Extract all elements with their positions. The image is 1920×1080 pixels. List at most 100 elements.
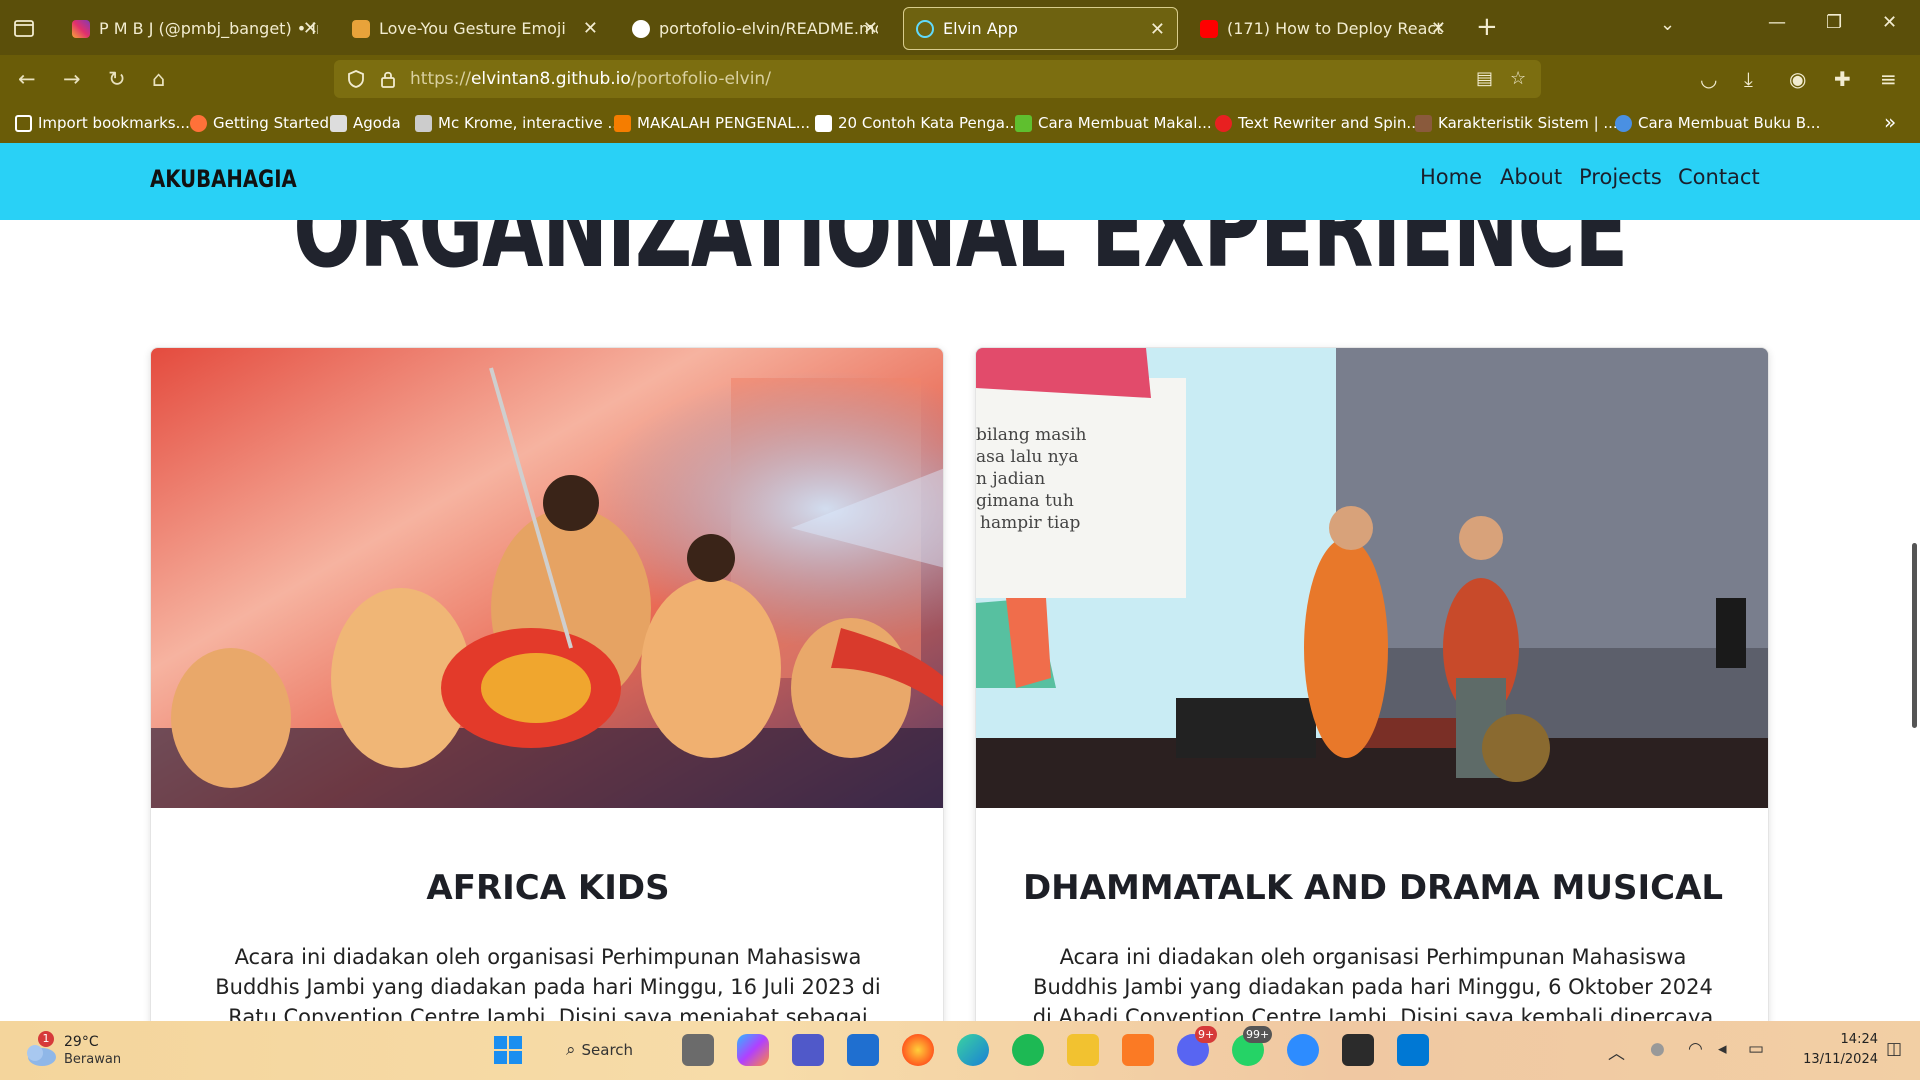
bookmark-item[interactable]: Getting Started (190, 112, 329, 134)
react-icon (916, 19, 934, 38)
screen-text: asa lalu nya (976, 447, 1078, 467)
bookmark-item[interactable]: Karakteristik Sistem | ... (1415, 112, 1618, 134)
tab-instagram[interactable]: P M B J (@pmbj_banget) • Insta ✕ (60, 7, 330, 50)
reload-icon[interactable]: ↻ (108, 67, 126, 91)
xampp-icon[interactable] (1122, 1034, 1154, 1066)
agoda-icon (330, 114, 347, 132)
reader-view-icon[interactable]: ▤ (1476, 68, 1493, 89)
tab-title: Love-You Gesture Emoji (379, 19, 566, 38)
bookmark-item[interactable]: Cara Membuat Buku B... (1615, 112, 1820, 134)
search-icon: ⌕ (566, 1040, 576, 1060)
tab-elvin-app[interactable]: Elvin App ✕ (903, 7, 1178, 50)
instagram-icon (72, 19, 90, 38)
url-bar[interactable]: https://elvintan8.github.io/portofolio-e… (334, 60, 1541, 98)
url-text[interactable]: https://elvintan8.github.io/portofolio-e… (410, 69, 771, 89)
screen-text: gimana tuh (976, 491, 1074, 511)
teams-icon[interactable] (792, 1034, 824, 1066)
notification-icon[interactable]: ◫ (1886, 1039, 1902, 1059)
shield-icon[interactable] (346, 69, 366, 89)
discord-badge: 9+ (1195, 1026, 1218, 1043)
taskbar-search[interactable]: ⌕ Search (566, 1033, 666, 1067)
bookmarks-bar: Import bookmarks... Getting Started Agod… (0, 103, 1920, 143)
zoom-icon[interactable] (1287, 1034, 1319, 1066)
windows-start-icon[interactable] (492, 1034, 524, 1066)
weather-condition: Berawan (64, 1052, 122, 1067)
card-description: Acara ini diadakan oleh organisasi Perhi… (215, 945, 881, 1021)
file-explorer-icon[interactable] (1067, 1034, 1099, 1066)
bookmark-label: Karakteristik Sistem | ... (1438, 114, 1618, 132)
doc-icon (815, 114, 832, 132)
close-tab-icon[interactable]: ✕ (303, 18, 318, 39)
url-prefix: https:// (410, 69, 471, 89)
tab-youtube[interactable]: (171) How to Deploy React Ap ✕ (1188, 7, 1458, 50)
battery-icon[interactable]: ▭ (1748, 1039, 1764, 1059)
store-icon[interactable] (847, 1034, 879, 1066)
nav-link-contact[interactable]: Contact (1678, 165, 1760, 189)
card-description: Acara ini diadakan oleh organisasi Perhi… (1032, 945, 1714, 1021)
site-brand[interactable]: AKUBAHAGIA (150, 165, 297, 193)
close-window-icon[interactable]: ✕ (1882, 12, 1897, 33)
nav-link-about[interactable]: About (1500, 165, 1562, 189)
tab-github[interactable]: portofolio-elvin/README.md a ✕ (620, 7, 890, 50)
nav-link-projects[interactable]: Projects (1579, 165, 1662, 189)
tab-emoji[interactable]: Love-You Gesture Emoji ✕ (340, 7, 610, 50)
volume-icon[interactable]: ◂ (1718, 1039, 1727, 1059)
microphone-icon[interactable]: ● (1650, 1039, 1665, 1059)
account-icon[interactable]: ◉ (1789, 67, 1806, 91)
blogger-icon (614, 114, 631, 132)
colors-icon (1615, 114, 1632, 132)
chevron-right-icon[interactable]: » (1884, 110, 1896, 134)
bookmark-label: Getting Started (213, 114, 329, 132)
pocket-icon[interactable]: ◡ (1700, 67, 1717, 91)
firefox-taskbar-icon[interactable] (902, 1034, 934, 1066)
bookmark-item[interactable]: MAKALAH PENGENAL... (614, 112, 810, 134)
chevron-down-icon[interactable]: ⌄ (1660, 14, 1675, 35)
nav-link-home[interactable]: Home (1420, 165, 1482, 189)
bookmark-item[interactable]: 20 Contoh Kata Penga... (815, 112, 1019, 134)
avatar-icon (1415, 114, 1432, 132)
close-tab-icon[interactable]: ✕ (863, 18, 878, 39)
new-tab-icon[interactable]: + (1476, 12, 1498, 42)
bookmark-item[interactable]: Mc Krome, interactive ... (415, 112, 622, 134)
minimize-icon[interactable]: — (1768, 12, 1786, 33)
weather-widget[interactable]: 1 29°C Berawan (20, 1031, 140, 1071)
copilot-icon[interactable] (737, 1034, 769, 1066)
menu-icon[interactable]: ≡ (1880, 67, 1897, 91)
forward-icon[interactable]: → (63, 67, 81, 91)
bookmark-item[interactable]: Text Rewriter and Spin... (1215, 112, 1421, 134)
vscode-icon[interactable] (1397, 1034, 1429, 1066)
back-icon[interactable]: ← (18, 67, 36, 91)
clock[interactable]: 14:24 13/11/2024 (1788, 1030, 1878, 1070)
close-tab-icon[interactable]: ✕ (583, 18, 598, 39)
extensions-icon[interactable]: ✚ (1834, 67, 1851, 91)
download-icon[interactable]: ⤓ (1744, 67, 1753, 91)
restore-icon[interactable]: ❐ (1826, 12, 1842, 33)
close-tab-icon[interactable]: ✕ (1431, 18, 1446, 39)
tab-list-icon[interactable] (12, 16, 36, 40)
terminal-icon[interactable] (1342, 1034, 1374, 1066)
bookmark-item[interactable]: Agoda (330, 112, 401, 134)
wifi-icon[interactable]: ◠ (1688, 1039, 1703, 1059)
temperature: 29°C (64, 1034, 99, 1050)
spotify-icon[interactable] (1012, 1034, 1044, 1066)
bookmark-label: 20 Contoh Kata Penga... (838, 114, 1020, 132)
bookmark-label: Mc Krome, interactive ... (438, 114, 622, 132)
tab-bar: P M B J (@pmbj_banget) • Insta ✕ Love-Yo… (0, 0, 1920, 55)
tab-title: portofolio-elvin/README.md a (659, 19, 878, 38)
edge-icon[interactable] (957, 1034, 989, 1066)
card-title: AFRICA KIDS (426, 868, 670, 908)
close-tab-icon[interactable]: ✕ (1150, 19, 1165, 40)
home-icon[interactable]: ⌂ (152, 67, 165, 91)
firefox-icon (190, 114, 207, 132)
bookmark-star-icon[interactable]: ☆ (1510, 68, 1526, 89)
lock-icon[interactable] (378, 69, 398, 89)
site-navbar: AKUBAHAGIA Home About Projects Contact (0, 143, 1920, 220)
bookmark-item[interactable]: Import bookmarks... (15, 112, 190, 134)
youtube-icon (1200, 19, 1218, 38)
screen-text: bilang masih (976, 425, 1087, 445)
chevron-up-icon[interactable]: ︿ (1608, 1039, 1625, 1064)
scrollbar[interactable] (1912, 543, 1917, 728)
bookmark-item[interactable]: Cara Membuat Makal... (1015, 112, 1212, 134)
bookmark-label: Cara Membuat Buku B... (1638, 114, 1821, 132)
task-view-icon[interactable] (682, 1034, 714, 1066)
